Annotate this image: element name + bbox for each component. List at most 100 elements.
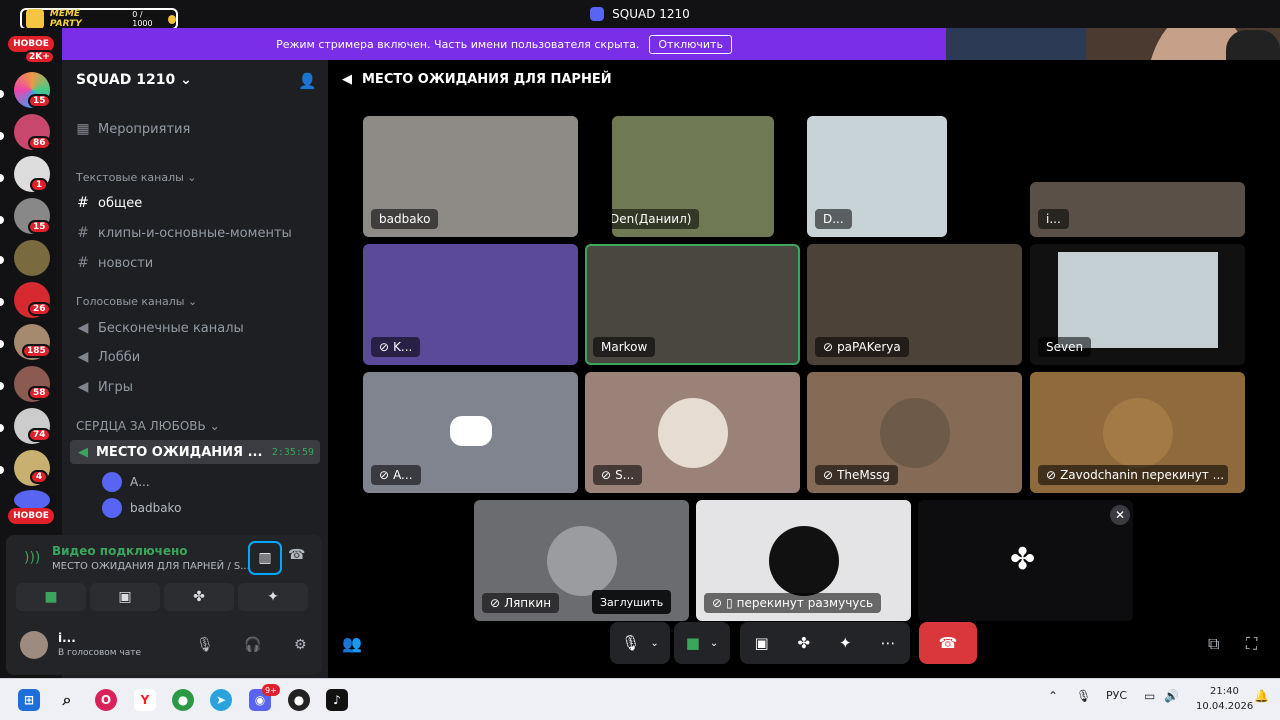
headphones-icon[interactable]: 🎧 bbox=[244, 637, 261, 653]
camera-toggle[interactable]: ■ ⌄ bbox=[674, 622, 730, 664]
activities-icon[interactable]: ✤ bbox=[798, 634, 811, 652]
video-tile[interactable]: Den(Даниил) bbox=[612, 116, 774, 237]
new-badge: НОВОЕ bbox=[8, 508, 54, 524]
soundboard-icon[interactable]: ✦ bbox=[839, 634, 852, 652]
opera-icon[interactable]: O bbox=[95, 689, 117, 711]
invite-icon[interactable]: 👥 bbox=[342, 634, 362, 653]
active-voice-channel[interactable]: ◀ МЕСТО ОЖИДАНИЯ ... 2:35:59 bbox=[70, 440, 320, 464]
server-icon bbox=[590, 7, 605, 21]
video-tile[interactable]: D... bbox=[807, 116, 947, 237]
video-tile[interactable]: ⊘ paPAKerya bbox=[807, 244, 1022, 365]
telegram-icon[interactable]: ➤ bbox=[210, 689, 232, 711]
video-tile[interactable]: ⊘ TheMssg bbox=[807, 372, 1022, 493]
screen-share-button[interactable]: ▣ bbox=[90, 583, 160, 611]
text-category[interactable]: Текстовые каналы ⌄ bbox=[76, 171, 197, 184]
windows-taskbar: ⊞ ⌕ O Y ● ➤ ◉ 9+ ● ♪ ⌃ 🎙 РУС ▭ 🔊 21:40 1… bbox=[0, 678, 1280, 720]
participant-name-text: i... bbox=[1046, 212, 1061, 226]
language-indicator[interactable]: РУС bbox=[1106, 689, 1127, 702]
calendar-icon: ▦ bbox=[76, 121, 90, 137]
activity-tile[interactable]: ✤ bbox=[918, 500, 1133, 621]
text-channel-clips[interactable]: # клипы-и-основные-моменты bbox=[76, 225, 292, 241]
clock-time[interactable]: 21:40 bbox=[1210, 686, 1239, 697]
avatar[interactable] bbox=[20, 631, 48, 659]
events-item[interactable]: ▦ Мероприятия bbox=[76, 121, 190, 137]
user-name[interactable]: i... bbox=[58, 631, 76, 645]
activities-icon: ✤ bbox=[193, 589, 205, 605]
disconnect-button[interactable]: ☎ bbox=[919, 622, 977, 664]
text-channel-general[interactable]: # общее bbox=[76, 195, 142, 211]
screen-share-icon[interactable]: ▣ bbox=[754, 634, 768, 652]
participant-name: ⊘ Zavodchanin перекинут ... bbox=[1038, 465, 1228, 485]
microphone-icon[interactable]: 🎙 bbox=[196, 637, 214, 653]
notification-icon[interactable]: 🔔 bbox=[1254, 689, 1269, 703]
hearts-category[interactable]: СЕРДЦА ЗА ЛЮБОВЬ ⌄ bbox=[76, 419, 220, 433]
video-tile[interactable]: i... bbox=[1030, 182, 1245, 237]
server-name[interactable]: SQUAD 1210 ⌄ bbox=[76, 72, 192, 88]
fullscreen-icon[interactable]: ⛶ bbox=[1246, 634, 1257, 654]
voice-channel-games[interactable]: ◀ Игры bbox=[76, 379, 133, 395]
gear-icon[interactable]: ⚙ bbox=[294, 637, 307, 653]
camera-button[interactable]: ■ bbox=[16, 583, 86, 611]
tiktok-icon[interactable]: ♪ bbox=[326, 689, 348, 711]
avatar bbox=[102, 498, 122, 518]
voice-channel-endless[interactable]: ◀ Бесконечные каналы bbox=[76, 320, 244, 336]
user-area: i... В голосовом чате 🎙 🎧 ⚙ bbox=[20, 629, 310, 667]
search-icon[interactable]: ⌕ bbox=[56, 689, 78, 711]
obs-icon[interactable]: ● bbox=[288, 689, 310, 711]
video-tile[interactable]: badbako bbox=[363, 116, 578, 237]
chevron-up-icon[interactable]: ⌃ bbox=[1048, 689, 1058, 703]
video-tile[interactable]: ⊘ Zavodchanin перекинут ... bbox=[1030, 372, 1245, 493]
windows-start-icon[interactable]: ⊞ bbox=[18, 689, 40, 711]
unread-pip bbox=[0, 298, 4, 306]
add-member-icon[interactable]: 👤 bbox=[298, 72, 317, 90]
chevron-down-icon[interactable]: ⌄ bbox=[650, 638, 658, 649]
voice-category[interactable]: Голосовые каналы ⌄ bbox=[76, 295, 197, 308]
voice-user[interactable]: А... bbox=[102, 472, 150, 492]
participant-name-text: Seven bbox=[1046, 340, 1084, 354]
video-tile[interactable]: ⊘ A... bbox=[363, 372, 578, 493]
channel-label: клипы-и-основные-моменты bbox=[98, 225, 292, 241]
server-icon-11[interactable] bbox=[14, 490, 50, 510]
volume-icon[interactable]: 🔊 bbox=[1164, 689, 1179, 703]
noise-suppression-icon[interactable]: ▥ bbox=[248, 541, 282, 575]
participant-name: ⊘ TheMssg bbox=[815, 465, 898, 485]
avatar bbox=[546, 525, 617, 596]
participant-name: ⊘ paPAKerya bbox=[815, 337, 909, 357]
avatar bbox=[768, 525, 839, 596]
video-tile[interactable]: ⊘ K... bbox=[363, 244, 578, 365]
more-icon[interactable]: ⋯ bbox=[881, 634, 896, 652]
popout-icon[interactable]: ⧉ bbox=[1208, 634, 1219, 654]
mute-button[interactable]: 🎙 ⌄ bbox=[610, 622, 670, 664]
voice-user[interactable]: badbako bbox=[102, 498, 181, 518]
text-channel-news[interactable]: # новости bbox=[76, 255, 153, 271]
yandex-icon[interactable]: Y bbox=[134, 689, 156, 711]
voice-channel-lobby[interactable]: ◀ Лобби bbox=[76, 349, 141, 365]
disconnect-icon[interactable]: ☎ bbox=[288, 547, 305, 563]
soundboard-button[interactable]: ✦ bbox=[238, 583, 308, 611]
unread-pip bbox=[0, 424, 4, 432]
discord-logo-icon bbox=[450, 416, 492, 446]
unread-pip bbox=[0, 174, 4, 182]
participant-name-text: перекинут размучусь bbox=[736, 596, 874, 610]
active-channel-label: МЕСТО ОЖИДАНИЯ ... bbox=[96, 444, 263, 460]
video-tile[interactable]: Seven bbox=[1030, 244, 1245, 365]
disable-streamer-mode-button[interactable]: Отключить bbox=[649, 34, 732, 54]
activities-button[interactable]: ✤ bbox=[164, 583, 234, 611]
participant-name: D... bbox=[815, 209, 852, 229]
video-tile[interactable]: ⊘ S... bbox=[585, 372, 800, 493]
hash-icon: # bbox=[77, 255, 89, 271]
unread-badge: 2K+ bbox=[24, 50, 55, 64]
chevron-down-icon[interactable]: ⌄ bbox=[710, 638, 718, 649]
chrome-icon[interactable]: ● bbox=[172, 689, 194, 711]
microphone-tray-icon[interactable]: 🎙 bbox=[1076, 689, 1091, 703]
server-icon-5[interactable] bbox=[14, 240, 50, 276]
participant-name: ⊘ Ляпкин bbox=[482, 593, 560, 613]
unread-badge: 15 bbox=[28, 94, 51, 108]
connected-channel[interactable]: МЕСТО ОЖИДАНИЯ ДЛЯ ПАРНЕЙ / S... bbox=[52, 561, 250, 572]
clock-date[interactable]: 10.04.2026 bbox=[1196, 701, 1253, 712]
network-icon[interactable]: ▭ bbox=[1144, 689, 1155, 703]
close-icon[interactable]: ✕ bbox=[1110, 505, 1130, 525]
video-tile[interactable]: ⊘ ▯ перекинут размучусь bbox=[696, 500, 911, 621]
video-tile-speaking[interactable]: Markow bbox=[585, 244, 800, 365]
participant-name-text: A... bbox=[393, 468, 413, 482]
